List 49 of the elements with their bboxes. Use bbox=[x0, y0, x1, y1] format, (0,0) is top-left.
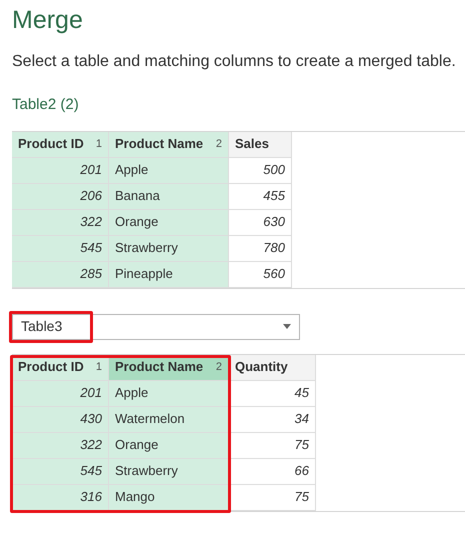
table-cell: 75 bbox=[229, 484, 316, 510]
table-cell: Watermelon bbox=[109, 406, 229, 432]
table-name: Table2 (2) bbox=[12, 95, 80, 115]
table-cell: Banana bbox=[109, 184, 229, 210]
caret-icon bbox=[283, 324, 291, 329]
table-cell: 560 bbox=[229, 262, 292, 288]
column-title: Product ID bbox=[18, 135, 84, 154]
table-cell: Apple bbox=[109, 158, 229, 184]
column-title: Product Name bbox=[115, 358, 204, 376]
table-cell: Orange bbox=[109, 432, 229, 458]
table-dropdown[interactable]: Table3 bbox=[12, 314, 300, 340]
table-cell: Strawberry bbox=[109, 236, 229, 262]
description-text: Select a table and matching columns to create a merged table. bbox=[12, 52, 457, 72]
column-title: Product ID bbox=[18, 358, 84, 376]
table-cell: 66 bbox=[229, 458, 316, 484]
table-cell: 500 bbox=[229, 158, 292, 184]
table-cell: 322 bbox=[12, 210, 109, 236]
match-number: 2 bbox=[216, 360, 222, 375]
table-cell: 201 bbox=[12, 380, 109, 406]
column-title: Product Name bbox=[115, 135, 204, 154]
table-cell: 630 bbox=[229, 210, 292, 236]
table-cell: Apple bbox=[109, 380, 229, 406]
table-cell: 285 bbox=[12, 262, 109, 288]
dialog-title: Merge bbox=[12, 5, 84, 36]
column-title: Quantity bbox=[235, 358, 288, 376]
table-cell: 455 bbox=[229, 184, 292, 210]
table-cell: 206 bbox=[12, 184, 109, 210]
table-cell: Orange bbox=[109, 210, 229, 236]
table-cell: Strawberry bbox=[109, 458, 229, 484]
column-header[interactable]: Product Name 2 bbox=[109, 132, 229, 158]
table-cell: 316 bbox=[12, 484, 109, 510]
match-number: 1 bbox=[96, 136, 102, 152]
table-cell: 545 bbox=[12, 236, 109, 262]
table-cell: 545 bbox=[12, 458, 109, 484]
match-number: 2 bbox=[216, 136, 222, 152]
table-cell: 780 bbox=[229, 236, 292, 262]
column-header[interactable]: Quantity bbox=[229, 354, 316, 380]
table-cell: 34 bbox=[229, 406, 316, 432]
table-cell: Pineapple bbox=[109, 262, 229, 288]
table-cell: 75 bbox=[229, 432, 316, 458]
match-number: 1 bbox=[96, 360, 102, 375]
table-cell: 45 bbox=[229, 380, 316, 406]
table-cell: 322 bbox=[12, 432, 109, 458]
table-cell: 201 bbox=[12, 158, 109, 184]
table-cell: 430 bbox=[12, 406, 109, 432]
column-header[interactable]: Product ID 1 bbox=[12, 132, 109, 158]
table-cell: Mango bbox=[109, 484, 229, 510]
column-header[interactable]: Sales bbox=[229, 132, 292, 158]
column-title: Sales bbox=[235, 135, 269, 154]
